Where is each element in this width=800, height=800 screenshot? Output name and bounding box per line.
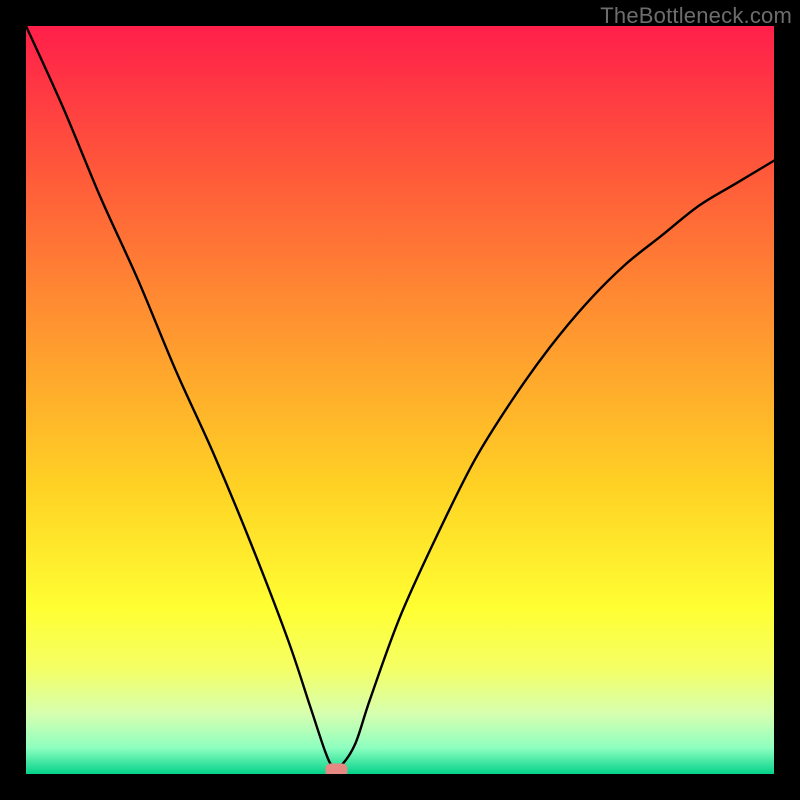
plot-area [26,26,774,774]
min-marker [325,764,347,774]
chart-frame: TheBottleneck.com [0,0,800,800]
gradient-background [26,26,774,774]
chart-svg [26,26,774,774]
